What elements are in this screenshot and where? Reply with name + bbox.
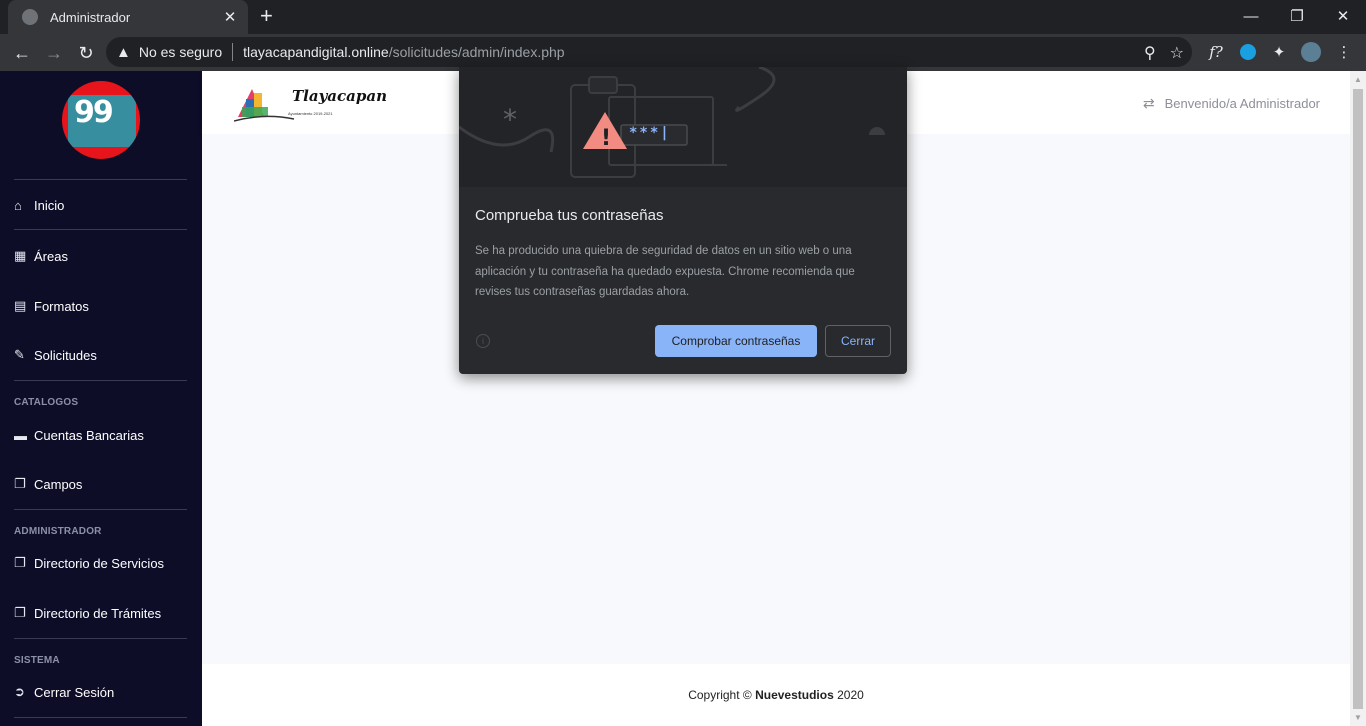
copy-icon: ❐ xyxy=(14,605,26,620)
sidebar-item-label: Solicitudes xyxy=(34,347,97,363)
not-secure-label[interactable]: No es seguro xyxy=(139,44,222,60)
sidebar: 99 ⌂ Inicio ▦ Áreas ▤ Formatos ✎ Solicit… xyxy=(0,71,202,726)
sidebar-divider xyxy=(14,380,187,381)
forward-arrow-icon[interactable]: → xyxy=(42,41,66,65)
sidebar-divider xyxy=(14,509,187,510)
brand-subtitle: Ayuntamiento 2019-2021 xyxy=(288,111,333,116)
bookmark-star-icon[interactable]: ☆ xyxy=(1170,43,1184,63)
close-window-icon[interactable]: ✕ xyxy=(1320,0,1366,32)
welcome-text: Benvenido/a Administrador xyxy=(1164,96,1320,111)
sidebar-item-label: Cerrar Sesión xyxy=(34,684,115,700)
sidebar-item-areas[interactable]: ▦ Áreas xyxy=(14,246,68,266)
scroll-thumb[interactable] xyxy=(1353,89,1363,709)
svg-text:*: * xyxy=(503,103,517,136)
copyright-company: Nuevestudios xyxy=(755,688,834,702)
sidebar-item-label: Campos xyxy=(34,476,83,492)
font-extension-icon[interactable]: f? xyxy=(1206,42,1226,62)
document-icon: ▤ xyxy=(14,298,27,313)
section-heading-sistema: SISTEMA xyxy=(14,655,60,666)
sidebar-item-label: Directorio de Trámites xyxy=(34,605,162,621)
tab-close-icon[interactable]: ✕ xyxy=(222,8,238,26)
tab-title: Administrador xyxy=(50,9,131,25)
page-footer: Copyright © Nuevestudios 2020 xyxy=(202,664,1350,726)
illustration-svg: * ! xyxy=(459,67,885,178)
sign-out-icon: ➲ xyxy=(14,684,25,699)
zoom-icon[interactable]: ⚲ xyxy=(1144,43,1156,63)
swap-arrows-icon: ⇄ xyxy=(1142,95,1155,111)
reload-icon[interactable]: ↻ xyxy=(74,41,98,65)
dialog-title: Comprueba tus contraseñas xyxy=(475,207,664,224)
building-icon: ▦ xyxy=(14,248,27,263)
sidebar-divider xyxy=(14,717,187,718)
site-logo[interactable]: 99 xyxy=(62,81,140,159)
browser-tab-strip: Administrador ✕ + — ❐ ✕ xyxy=(0,0,1366,34)
eye-extension-icon[interactable] xyxy=(1238,42,1258,62)
dialog-illustration: * ! ***| xyxy=(459,67,907,187)
globe-icon xyxy=(22,9,38,25)
sidebar-divider xyxy=(14,638,187,639)
extensions-puzzle-icon[interactable]: ✦ xyxy=(1269,42,1289,62)
home-icon: ⌂ xyxy=(14,197,22,213)
section-heading-catalogos: CATALOGOS xyxy=(14,397,79,408)
sidebar-item-formatos[interactable]: ▤ Formatos xyxy=(14,296,89,316)
menu-kebab-icon[interactable]: ⋮ xyxy=(1334,42,1354,62)
dialog-body: Se ha producido una quiebra de seguridad… xyxy=(475,245,855,298)
sidebar-item-inicio[interactable]: ⌂ Inicio xyxy=(14,195,64,215)
url-path: /solicitudes/admin/index.php xyxy=(388,44,565,60)
warning-triangle-icon: ▲ xyxy=(116,43,131,61)
brand-name: Tlayacapan xyxy=(292,87,387,105)
sidebar-divider xyxy=(14,179,187,180)
sidebar-item-label: Áreas xyxy=(34,248,68,264)
sidebar-item-campos[interactable]: ❐ Campos xyxy=(14,474,82,494)
browser-toolbar: ← → ↻ ▲ No es seguro tlayacapandigital.o… xyxy=(0,34,1366,71)
sidebar-divider xyxy=(14,229,187,230)
svg-text:!: ! xyxy=(601,126,611,151)
sidebar-item-directorio-servicios[interactable]: ❐ Directorio de Servicios xyxy=(14,553,164,573)
copy-icon: ❐ xyxy=(14,476,26,491)
sidebar-item-solicitudes[interactable]: ✎ Solicitudes xyxy=(14,345,97,365)
profile-avatar[interactable] xyxy=(1301,42,1321,62)
sidebar-item-cuentas-bancarias[interactable]: ▬ Cuentas Bancarias xyxy=(14,425,144,445)
money-icon: ▬ xyxy=(14,427,27,443)
address-bar[interactable]: ▲ No es seguro tlayacapandigital.online … xyxy=(106,37,1192,67)
omnibox-separator xyxy=(232,43,234,61)
edit-icon: ✎ xyxy=(14,347,25,362)
url-host: tlayacapandigital.online xyxy=(243,44,389,60)
sidebar-item-label: Cuentas Bancarias xyxy=(34,427,144,443)
section-heading-administrador: ADMINISTRADOR xyxy=(14,526,102,537)
logo-text: 99 xyxy=(74,95,114,130)
sidebar-item-label: Formatos xyxy=(34,298,89,314)
copyright-prefix: Copyright © xyxy=(688,688,752,702)
scroll-down-icon[interactable]: ▼ xyxy=(1354,713,1362,722)
page-scrollbar[interactable]: ▲ ▼ xyxy=(1350,71,1366,726)
info-icon[interactable]: i xyxy=(476,334,490,348)
back-arrow-icon[interactable]: ← xyxy=(10,41,34,65)
check-passwords-button[interactable]: Comprobar contraseñas xyxy=(655,325,817,357)
welcome-area[interactable]: ⇄ Benvenido/a Administrador xyxy=(1143,95,1320,112)
close-dialog-button[interactable]: Cerrar xyxy=(825,325,891,357)
copyright-year: 2020 xyxy=(837,688,864,702)
logo-circle: 99 xyxy=(62,81,140,159)
password-check-dialog: * ! ***| Comprueba tus contraseñas Se ha… xyxy=(459,67,907,374)
new-tab-button[interactable]: + xyxy=(260,5,273,27)
copy-icon: ❐ xyxy=(14,555,26,570)
scroll-up-icon[interactable]: ▲ xyxy=(1354,75,1362,84)
password-mask: ***| xyxy=(629,125,671,141)
sidebar-item-label: Inicio xyxy=(34,197,65,213)
minimize-icon[interactable]: — xyxy=(1228,0,1274,32)
browser-tab[interactable]: Administrador ✕ xyxy=(8,0,248,34)
sidebar-item-cerrar-sesion[interactable]: ➲ Cerrar Sesión xyxy=(14,682,114,702)
sidebar-item-directorio-tramites[interactable]: ❐ Directorio de Trámites xyxy=(14,603,161,623)
restore-icon[interactable]: ❐ xyxy=(1274,0,1320,32)
sidebar-item-label: Directorio de Servicios xyxy=(34,555,165,571)
brand-logo[interactable]: Tlayacapan Ayuntamiento 2019-2021 xyxy=(233,81,387,125)
